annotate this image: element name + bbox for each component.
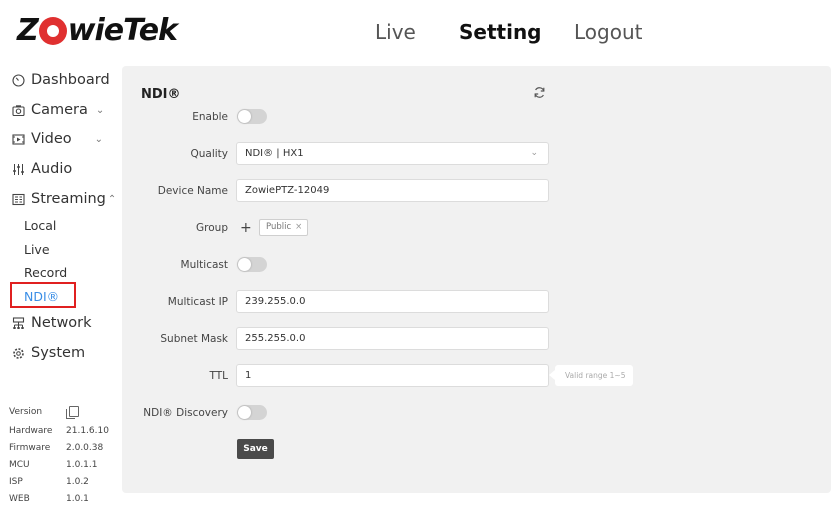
gear-icon [11, 346, 25, 360]
sidebar-item-dashboard[interactable]: Dashboard [11, 69, 110, 91]
ttl-input[interactable] [236, 364, 549, 387]
sidebar: Dashboard Camera ⌄ Video ⌄ Audio Streami… [0, 66, 118, 509]
quality-label: Quality [190, 148, 228, 160]
subnet-mask-input[interactable] [236, 327, 549, 350]
sidebar-item-network[interactable]: Network [11, 312, 92, 334]
device-name-input[interactable] [236, 179, 549, 202]
sidebar-item-label: System [31, 345, 86, 361]
ttl-range-tooltip: Valid range 1~5 [548, 365, 634, 386]
sidebar-subitem-record[interactable]: Record [24, 265, 67, 280]
sidebar-item-camera[interactable]: Camera ⌄ [11, 99, 104, 121]
page: ZwieTek Live Setting Logout Dashboard Ca… [0, 0, 831, 509]
chevron-down-icon[interactable]: ⌄ [96, 105, 104, 116]
nav-logout[interactable]: Logout [574, 20, 642, 44]
sidebar-item-label: Camera [31, 102, 88, 118]
sidebar-item-label: Streaming [31, 191, 106, 207]
group-label: Group [196, 222, 228, 234]
ndi-discovery-label: NDI® Discovery [143, 407, 228, 419]
subnet-mask-label: Subnet Mask [160, 333, 228, 345]
camera-icon [11, 103, 25, 117]
ttl-label: TTL [209, 370, 229, 382]
ndi-discovery-toggle[interactable] [237, 405, 267, 420]
close-icon[interactable]: × [295, 222, 302, 232]
sidebar-item-streaming[interactable]: Streaming ⌃ [11, 188, 116, 210]
sidebar-item-label: Video [31, 131, 72, 147]
multicast-label: Multicast [180, 259, 228, 271]
refresh-icon[interactable] [532, 86, 546, 100]
sidebar-item-video[interactable]: Video ⌄ [11, 128, 103, 150]
sidebar-subitem-local[interactable]: Local [24, 218, 56, 233]
group-tag-label: Public [266, 222, 292, 232]
sidebar-item-label: Dashboard [31, 72, 110, 88]
version-value: 2.0.0.38 [66, 443, 104, 453]
network-icon [11, 316, 25, 330]
version-key: MCU [9, 460, 30, 470]
chevron-down-icon[interactable]: ⌄ [95, 134, 103, 145]
sidebar-item-label: Network [31, 315, 92, 331]
version-key: Hardware [9, 426, 53, 436]
copy-icon[interactable] [66, 406, 79, 419]
nav-live[interactable]: Live [375, 20, 416, 44]
version-key: WEB [9, 494, 30, 504]
group-tag-public: Public × [259, 219, 309, 236]
sidebar-item-label: Audio [31, 161, 73, 177]
version-value: 21.1.6.10 [66, 426, 109, 436]
version-value: 1.0.1 [66, 494, 89, 504]
device-name-label: Device Name [157, 185, 228, 197]
enable-label: Enable [192, 111, 228, 123]
active-item-highlight-box [10, 282, 76, 308]
top-nav: Live Setting Logout [0, 20, 831, 48]
gauge-icon [11, 73, 25, 87]
quality-selected-value: NDI® | HX1 [245, 148, 304, 159]
multicast-ip-label: Multicast IP [167, 296, 228, 308]
chevron-down-icon: ⌄ [530, 148, 538, 158]
version-value: 1.0.2 [66, 477, 89, 487]
chevron-up-icon[interactable]: ⌃ [108, 194, 116, 205]
nav-setting[interactable]: Setting [459, 20, 542, 44]
sidebar-subitem-live[interactable]: Live [24, 242, 50, 257]
audio-icon [11, 162, 25, 176]
version-key: Firmware [9, 443, 51, 453]
sidebar-item-system[interactable]: System [11, 342, 85, 364]
streaming-icon [11, 192, 25, 206]
multicast-ip-input[interactable] [236, 290, 549, 313]
multicast-toggle[interactable] [237, 257, 267, 272]
sidebar-item-audio[interactable]: Audio [11, 158, 72, 180]
version-key: ISP [9, 477, 23, 487]
ndi-settings-panel: NDI® Enable Quality NDI® | HX1 ⌄ Device … [122, 66, 831, 493]
version-value: 1.0.1.1 [66, 460, 98, 470]
quality-select[interactable]: NDI® | HX1 ⌄ [236, 142, 549, 165]
panel-title: NDI® [141, 87, 181, 102]
add-group-icon[interactable]: + [240, 221, 252, 235]
video-icon [11, 132, 25, 146]
save-button[interactable]: Save [237, 439, 274, 459]
enable-toggle[interactable] [237, 109, 267, 124]
version-label: Version [9, 407, 43, 417]
